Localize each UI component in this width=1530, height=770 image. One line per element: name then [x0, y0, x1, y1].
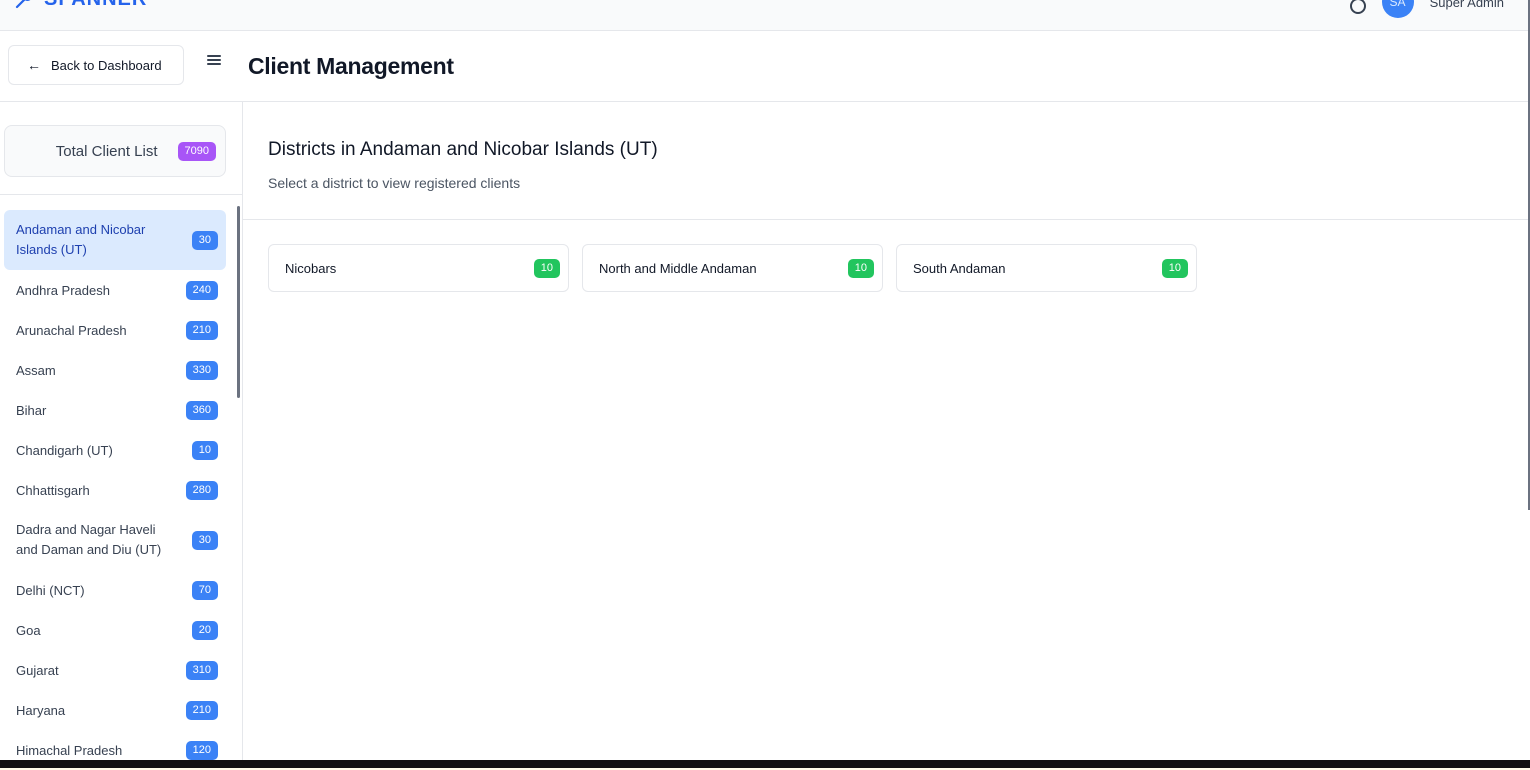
- section-header: Districts in Andaman and Nicobar Islands…: [243, 110, 1528, 220]
- state-count-badge: 120: [185, 740, 218, 760]
- sidebar-item-state[interactable]: Gujarat 310: [4, 650, 226, 690]
- state-count-badge: 330: [185, 360, 218, 380]
- state-name: Delhi (NCT): [16, 582, 85, 598]
- sidebar-scrollbar[interactable]: [237, 206, 240, 398]
- bottom-bar: [0, 760, 1530, 770]
- state-count-badge: 360: [185, 400, 218, 420]
- sidebar-item-state[interactable]: Himachal Pradesh 120: [4, 730, 226, 760]
- district-count-badge: 10: [1161, 258, 1188, 278]
- district-card[interactable]: South Andaman 10: [896, 244, 1197, 292]
- district-grid: Nicobars 10 North and Middle Andaman 10 Sout…: [268, 244, 1197, 292]
- state-sidebar: Total Client List 7090 Andaman and Nicob…: [0, 102, 243, 760]
- total-client-label: Total Client List: [55, 142, 158, 160]
- state-name: Andhra Pradesh: [16, 282, 110, 298]
- avatar[interactable]: SA: [1381, 0, 1414, 18]
- state-name: Chhattisgarh: [16, 482, 90, 498]
- state-name: Bihar: [16, 402, 47, 418]
- sidebar-item-state[interactable]: Dadra and Nagar Haveli and Daman and Diu…: [4, 510, 226, 570]
- main-content: Districts in Andaman and Nicobar Islands…: [243, 102, 1528, 760]
- total-client-list[interactable]: Total Client List 7090: [4, 125, 226, 177]
- state-count-badge: 70: [191, 580, 218, 600]
- sidebar-item-state[interactable]: Goa 20: [4, 610, 226, 650]
- state-name: Arunachal Pradesh: [16, 322, 127, 338]
- state-count-badge: 310: [185, 660, 218, 680]
- back-button-label: Back to Dashboard: [51, 57, 162, 73]
- sidebar-item-state[interactable]: Assam 330: [4, 350, 226, 390]
- arrow-left-icon: ←: [27, 57, 41, 73]
- hamburger-menu-icon[interactable]: [206, 53, 222, 67]
- section-subtitle: Select a district to view registered cli…: [268, 175, 521, 191]
- state-count-badge: 280: [185, 480, 218, 500]
- state-count-badge: 20: [191, 620, 218, 640]
- divider: [0, 194, 242, 195]
- district-count-badge: 10: [847, 258, 874, 278]
- sidebar-item-state[interactable]: Arunachal Pradesh 210: [4, 310, 226, 350]
- sidebar-item-state[interactable]: Bihar 360: [4, 390, 226, 430]
- sidebar-item-state[interactable]: Andaman and Nicobar Islands (UT) 30: [4, 210, 226, 270]
- state-count-badge: 30: [191, 230, 218, 250]
- state-name: Goa: [16, 622, 41, 638]
- back-to-dashboard-button[interactable]: ← Back to Dashboard: [8, 45, 184, 85]
- state-name: Chandigarh (UT): [16, 442, 113, 458]
- user-area: SA Super Admin: [1349, 0, 1504, 18]
- state-list: Andaman and Nicobar Islands (UT) 30 Andhra…: [4, 210, 226, 760]
- state-name: Haryana: [16, 702, 66, 718]
- state-count-badge: 240: [185, 280, 218, 300]
- state-name: Andaman and Nicobar Islands (UT): [16, 222, 146, 257]
- brand[interactable]: SPANNER: [14, 0, 147, 11]
- district-card[interactable]: North and Middle Andaman 10: [582, 244, 883, 292]
- district-name: Nicobars: [285, 260, 337, 276]
- state-count-badge: 210: [185, 700, 218, 720]
- state-name: Himachal Pradesh: [16, 742, 123, 758]
- sidebar-item-state[interactable]: Delhi (NCT) 70: [4, 570, 226, 610]
- page-header: ← Back to Dashboard Client Management: [0, 31, 1528, 102]
- sidebar-item-state[interactable]: Haryana 210: [4, 690, 226, 730]
- section-title: Districts in Andaman and Nicobar Islands…: [268, 139, 658, 160]
- district-count-badge: 10: [533, 258, 560, 278]
- state-count-badge: 210: [185, 320, 218, 340]
- clock-icon[interactable]: [1349, 0, 1366, 14]
- state-name: Dadra and Nagar Haveli and Daman and Diu…: [16, 522, 162, 557]
- state-name: Gujarat: [16, 662, 59, 678]
- sidebar-item-state[interactable]: Andhra Pradesh 240: [4, 270, 226, 310]
- state-count-badge: 30: [191, 530, 218, 550]
- sidebar-item-state[interactable]: Chhattisgarh 280: [4, 470, 226, 510]
- state-name: Assam: [16, 362, 56, 378]
- district-name: South Andaman: [913, 260, 1006, 276]
- state-count-badge: 10: [191, 440, 218, 460]
- total-count-badge: 7090: [177, 141, 216, 161]
- district-name: North and Middle Andaman: [599, 260, 757, 276]
- page-title: Client Management: [248, 53, 454, 79]
- brand-name: SPANNER: [44, 0, 147, 11]
- user-name[interactable]: Super Admin: [1430, 0, 1504, 10]
- wrench-icon: [15, 0, 30, 8]
- sidebar-item-state[interactable]: Chandigarh (UT) 10: [4, 430, 226, 470]
- top-app-bar: SPANNER SA Super Admin: [0, 0, 1530, 31]
- district-card[interactable]: Nicobars 10: [268, 244, 569, 292]
